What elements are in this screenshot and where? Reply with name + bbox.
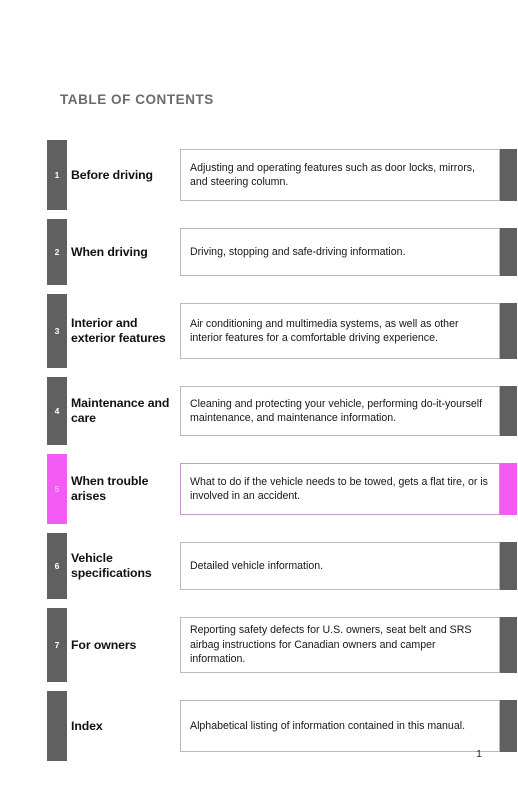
toc-row[interactable]: 5 When trouble arises What to do if the ve… [0,454,518,524]
manual-table-of-contents-page: TABLE OF CONTENTS 1 Before driving Adjusti… [0,0,518,800]
section-number-tab[interactable]: 7 [47,608,67,682]
section-title[interactable]: Interior and exterior features [71,316,179,346]
section-number-tab[interactable]: 6 [47,533,67,599]
page-number: 1 [476,748,482,760]
toc-row[interactable]: 1 Before driving Adjusting and operating f… [0,140,518,210]
toc-row[interactable]: Index Alphabetical listing of information… [0,691,518,761]
section-title[interactable]: When driving [71,245,179,260]
section-title[interactable]: When trouble arises [71,474,179,504]
section-description: Adjusting and operating features such as… [180,149,500,201]
section-edge-tab[interactable] [500,386,517,436]
section-title[interactable]: Index [71,719,179,734]
toc-row[interactable]: 7 For owners Reporting safety defects for … [0,608,518,682]
section-description: Driving, stopping and safe-driving infor… [180,228,500,276]
section-number-tab[interactable]: 1 [47,140,67,210]
section-title[interactable]: Maintenance and care [71,396,179,426]
section-edge-tab[interactable] [500,617,517,673]
section-edge-tab[interactable] [500,463,517,515]
section-number-tab[interactable]: 3 [47,294,67,368]
toc-row[interactable]: 4 Maintenance and care Cleaning and protec… [0,377,518,445]
section-description: Detailed vehicle information. [180,542,500,590]
section-number-tab[interactable]: 2 [47,219,67,285]
section-title[interactable]: For owners [71,638,179,653]
section-number-tab[interactable]: 5 [47,454,67,524]
section-edge-tab[interactable] [500,149,517,201]
section-edge-tab[interactable] [500,228,517,276]
toc-row[interactable]: 2 When driving Driving, stopping and safe-… [0,219,518,285]
section-edge-tab[interactable] [500,700,517,752]
section-number-tab[interactable]: 4 [47,377,67,445]
section-description: Air conditioning and multimedia systems,… [180,303,500,359]
section-edge-tab[interactable] [500,303,517,359]
toc-row[interactable]: 6 Vehicle specifications Detailed vehicle … [0,533,518,599]
table-of-contents-list: 1 Before driving Adjusting and operating f… [0,140,518,770]
section-title[interactable]: Before driving [71,168,179,183]
section-description: Reporting safety defects for U.S. owners… [180,617,500,673]
section-title[interactable]: Vehicle specifications [71,551,179,581]
section-description: Alphabetical listing of information cont… [180,700,500,752]
section-number-tab[interactable] [47,691,67,761]
section-description: What to do if the vehicle needs to be to… [180,463,500,515]
section-description: Cleaning and protecting your vehicle, pe… [180,386,500,436]
page-title: TABLE OF CONTENTS [60,92,214,107]
toc-row[interactable]: 3 Interior and exterior features Air condi… [0,294,518,368]
section-edge-tab[interactable] [500,542,517,590]
